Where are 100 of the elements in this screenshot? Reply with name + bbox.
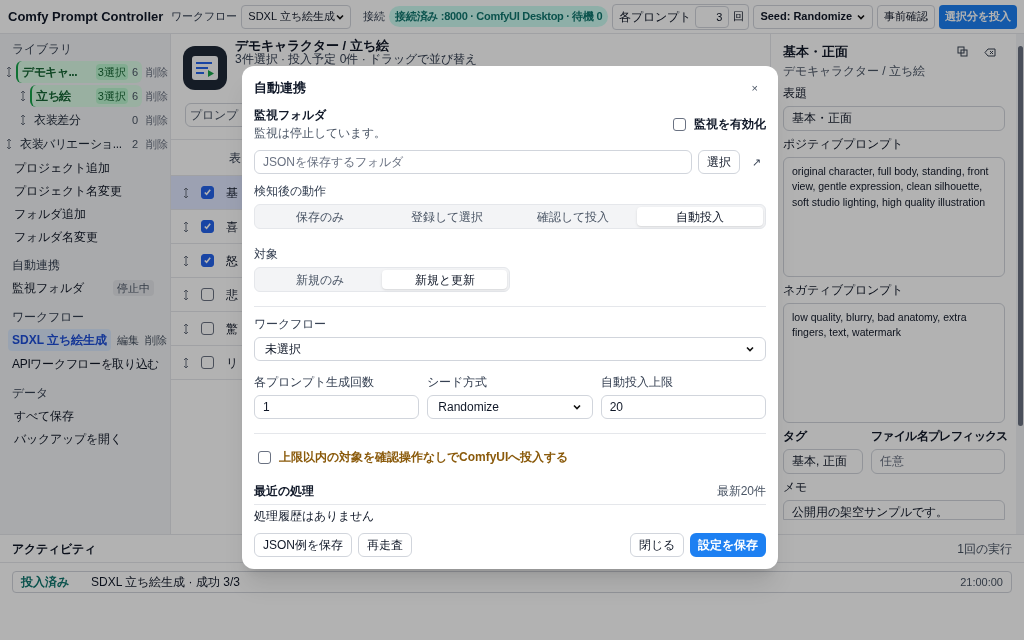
close-button[interactable]: ×	[751, 79, 758, 97]
tree-item[interactable]: デモキャ... 3選択 6	[16, 61, 142, 83]
connection-status: 接続済み :8000 · ComfyUI Desktop · 待機 0	[389, 6, 609, 27]
section-heading: 自動連携	[11, 257, 61, 274]
field-label: タグ	[783, 427, 809, 445]
count-field[interactable]: 1	[254, 395, 420, 419]
checkbox[interactable]	[258, 450, 271, 464]
entry-status: 投入済み	[21, 574, 70, 591]
seed-select[interactable]: Seed: Randomize	[753, 4, 874, 29]
sidebar-action[interactable]: APIワークフローを取り込む	[0, 352, 170, 376]
recent-note: 最新20件	[716, 483, 766, 500]
item-label: デモキャ...	[22, 64, 78, 81]
segment-tab[interactable]: 登録して選択	[383, 207, 510, 226]
entry-time: 21:00:00	[960, 574, 1003, 590]
rescan-button[interactable]: 再走査	[358, 533, 412, 557]
folder-field[interactable]: JSONを保存するフォルダ	[254, 150, 692, 174]
save-settings-button[interactable]: 設定を保存	[690, 533, 766, 557]
sidebar-action[interactable]: プロジェクト名変更	[0, 179, 170, 202]
item-label: 衣装バリエーショ...	[20, 136, 122, 153]
table-cell-text: 基	[226, 184, 238, 202]
activity-summary: 1回の実行	[957, 540, 1012, 558]
drag-handle-icon[interactable]	[6, 138, 12, 150]
open-folder-button[interactable]: ↗	[746, 153, 766, 171]
table-cell-text: 怒	[226, 252, 238, 270]
prefix-field[interactable]: 任意	[871, 448, 1005, 474]
sidebar-action[interactable]: プロジェクト追加	[0, 156, 170, 179]
field-label: ネガティブプロンプト	[783, 281, 904, 299]
item-count: 0	[131, 112, 138, 128]
checkbox[interactable]	[201, 186, 214, 199]
project-subtitle: 3件選択 · 投入予定 0件 · ドラッグで並び替え	[235, 53, 477, 66]
title-field[interactable]: 基本・正面	[783, 105, 1005, 131]
memo-field[interactable]: 公開用の架空サンプルです。	[783, 499, 1005, 520]
delete-link[interactable]: 削除	[146, 111, 168, 129]
workflow-select[interactable]: 未選択	[254, 337, 766, 361]
checkbox[interactable]	[201, 220, 214, 233]
section-heading: 監視フォルダ	[254, 107, 328, 124]
tree-item[interactable]: 立ち絵 3選択 6	[30, 85, 142, 107]
drag-handle-icon[interactable]	[20, 90, 26, 102]
check-mark-icon	[203, 256, 212, 265]
delete-link[interactable]: 削除	[146, 135, 168, 153]
item-label: 衣装差分	[34, 112, 81, 129]
checkbox[interactable]	[201, 288, 214, 301]
entry-text: SDXL 立ち絵生成 · 成功 3/3	[91, 574, 240, 591]
drag-handle-icon[interactable]	[6, 66, 12, 78]
detail-subtitle: デモキャラクター / 立ち絵	[783, 62, 926, 80]
delete-link[interactable]: 削除	[146, 63, 168, 81]
tree-item[interactable]: 衣装バリエーショ... 2	[16, 133, 142, 155]
drag-handle-icon[interactable]	[183, 322, 189, 335]
sidebar-item[interactable]: 監視フォルダ	[12, 279, 84, 297]
preview-button[interactable]: 事前確認	[877, 4, 936, 29]
drag-handle-icon[interactable]	[183, 186, 189, 199]
seed-select[interactable]: Randomize	[427, 395, 593, 419]
workflow-select[interactable]: SDXL 立ち絵生成	[241, 4, 352, 29]
app-icon	[183, 46, 227, 90]
activity-title: アクティビティ	[12, 540, 96, 558]
dialog-title: 自動連携	[254, 79, 307, 98]
sidebar-action[interactable]: フォルダ名変更	[0, 225, 170, 248]
segment-tab[interactable]: 自動投入	[636, 207, 763, 226]
segment-tab[interactable]: 新規と更新	[382, 270, 507, 289]
drag-handle-icon[interactable]	[183, 356, 189, 369]
table-cell-text: 喜	[226, 218, 238, 236]
field-label: 表題	[783, 84, 808, 102]
limit-field[interactable]: 20	[600, 395, 766, 419]
table-cell-text: リ	[226, 354, 238, 372]
close-button[interactable]: 閉じる	[630, 533, 684, 557]
edit-link[interactable]: 編集	[117, 331, 140, 349]
empty-history: 処理履歴はありません	[254, 508, 375, 525]
segment-tab[interactable]: 保存のみ	[257, 207, 384, 226]
negative-prompt-field[interactable]: low quality, blurry, bad anatomy, extra fingers, text, watermark	[783, 302, 1005, 423]
checkbox[interactable]	[201, 254, 214, 267]
workflow-item[interactable]: SDXL 立ち絵生成	[8, 329, 112, 351]
choose-button[interactable]: 選択	[698, 150, 740, 174]
duplicate-icon[interactable]	[957, 46, 968, 57]
table-cell-text: 悲	[226, 286, 238, 304]
checkbox[interactable]	[201, 322, 214, 335]
sidebar-action[interactable]: バックアップを開く	[0, 427, 170, 450]
delete-link[interactable]: 削除	[145, 331, 168, 349]
section-heading: ワークフロー	[11, 309, 85, 326]
drag-handle-icon[interactable]	[183, 254, 189, 267]
per-prompt-field[interactable]: 3	[695, 5, 730, 28]
save-sample-button[interactable]: JSON例を保存	[254, 533, 352, 557]
delete-link[interactable]: 削除	[146, 87, 168, 105]
positive-prompt-field[interactable]: original character, full body, standing, front view, gentle expression, clean silhouette, soft studio lighting, high quality illustration	[783, 156, 1005, 277]
tag-field[interactable]: 基本, 正面	[783, 448, 863, 474]
drag-handle-icon[interactable]	[183, 220, 189, 233]
sidebar-action[interactable]: フォルダ追加	[0, 202, 170, 225]
checkbox[interactable]	[201, 356, 214, 369]
field-label: シード方式	[427, 374, 489, 391]
field-label: メモ	[783, 478, 808, 496]
clear-icon[interactable]	[984, 48, 996, 57]
item-count: 6	[131, 88, 138, 104]
sidebar-action[interactable]: すべて保存	[0, 404, 170, 427]
selection-badge: 3選択	[95, 87, 128, 105]
drag-handle-icon[interactable]	[20, 114, 26, 126]
segment-tab[interactable]: 確認して投入	[510, 207, 637, 226]
checkbox[interactable]	[673, 117, 686, 131]
drag-handle-icon[interactable]	[183, 288, 189, 301]
tree-item[interactable]: 衣装差分 0	[30, 109, 142, 131]
segment-tab[interactable]: 新規のみ	[257, 270, 382, 289]
section-heading: データ	[11, 385, 49, 402]
